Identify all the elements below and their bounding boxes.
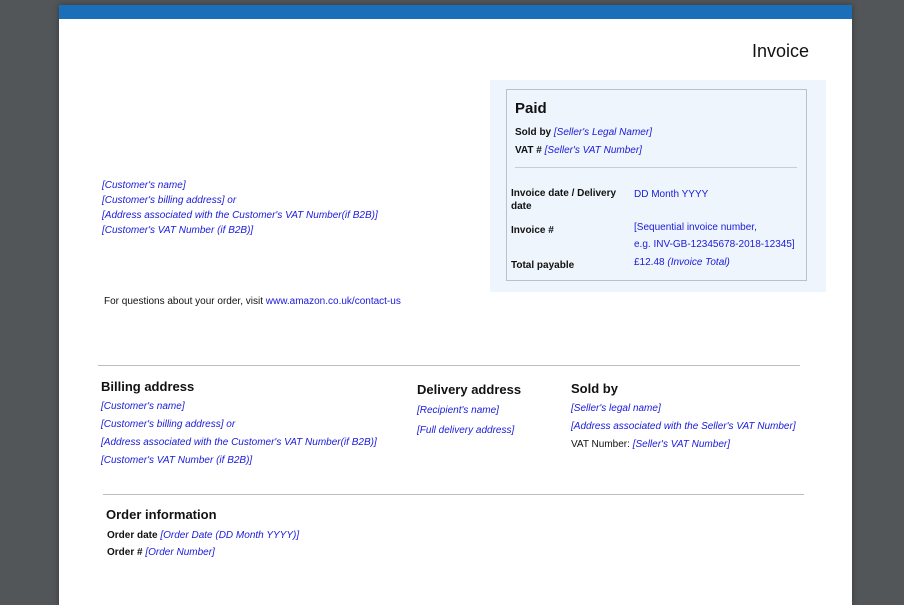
seller-vat-row: VAT Number: [Seller's VAT Number] bbox=[571, 436, 796, 454]
order-number-value: [Order Number] bbox=[145, 547, 215, 558]
invoice-number-label: Invoice # bbox=[511, 225, 554, 236]
vat-label: VAT # bbox=[515, 145, 542, 156]
customer-line: [Customer's billing address] or bbox=[102, 195, 237, 206]
order-date-value: [Order Date (DD Month YYYY)] bbox=[160, 530, 300, 541]
section-divider bbox=[98, 365, 800, 366]
order-date-row: Order date [Order Date (DD Month YYYY)] bbox=[107, 530, 299, 541]
vat-value: [Seller's VAT Number] bbox=[544, 145, 642, 156]
delivery-address-lines: [Recipient's name] [Full delivery addres… bbox=[417, 401, 514, 441]
seller-heading: Sold by bbox=[571, 381, 618, 396]
invoice-date-label-line: Invoice date / Delivery bbox=[511, 188, 617, 199]
delivery-line: [Full delivery address] bbox=[417, 425, 515, 436]
customer-line: [Customer's name] bbox=[102, 180, 186, 191]
seller-line: [Address associated with the Seller's VA… bbox=[571, 421, 796, 432]
delivery-heading: Delivery address bbox=[417, 382, 522, 397]
customer-line: [Customer's VAT Number (if B2B)] bbox=[102, 225, 254, 236]
billing-line: [Customer's billing address] or bbox=[101, 419, 236, 430]
total-note: (Invoice Total) bbox=[667, 257, 730, 268]
order-number-row: Order # [Order Number] bbox=[107, 547, 215, 558]
customer-address-block: [Customer's name] [Customer's billing ad… bbox=[102, 178, 378, 238]
seller-line: [Seller's legal name] bbox=[571, 403, 661, 414]
total-payable-value: £12.48 (Invoice Total) bbox=[634, 257, 730, 269]
questions-line: For questions about your order, visit ww… bbox=[104, 296, 401, 307]
billing-address-lines: [Customer's name] [Customer's billing ad… bbox=[101, 398, 377, 470]
sold-by-row: Sold by [Seller's Legal Namer] bbox=[515, 127, 652, 139]
invoice-number-value: [Sequential invoice number, e.g. INV-GB-… bbox=[634, 219, 795, 253]
total-payable-label: Total payable bbox=[511, 260, 575, 271]
contact-us-link[interactable]: www.amazon.co.uk/contact-us bbox=[266, 296, 401, 307]
billing-line: [Customer's name] bbox=[101, 401, 185, 412]
order-date-label: Order date bbox=[107, 530, 158, 541]
sold-by-value: [Seller's Legal Namer] bbox=[553, 127, 652, 138]
invoice-date-value: DD Month YYYY bbox=[634, 189, 709, 200]
seller-vat-value: [Seller's VAT Number] bbox=[632, 439, 730, 450]
payment-status: Paid bbox=[515, 100, 547, 117]
invoice-page: Invoice Paid Sold by [Seller's Legal Nam… bbox=[59, 5, 852, 605]
delivery-line: [Recipient's name] bbox=[417, 405, 499, 416]
vat-row: VAT # [Seller's VAT Number] bbox=[515, 145, 642, 157]
invoice-date-label: Invoice date / Delivery date bbox=[511, 187, 616, 213]
questions-text: For questions about your order, visit bbox=[104, 296, 263, 307]
seller-lines: [Seller's legal name] [Address associate… bbox=[571, 400, 796, 454]
summary-panel: Paid Sold by [Seller's Legal Namer] VAT … bbox=[506, 89, 807, 281]
order-number-label: Order # bbox=[107, 547, 143, 558]
invoice-date-label-line: date bbox=[511, 201, 532, 212]
billing-line: [Address associated with the Customer's … bbox=[101, 437, 377, 448]
section-divider bbox=[103, 494, 804, 495]
page-top-bar bbox=[59, 5, 852, 19]
seller-vat-label: VAT Number: bbox=[571, 439, 630, 450]
invoice-number-line: [Sequential invoice number, bbox=[634, 222, 757, 233]
invoice-number-line: e.g. INV-GB-12345678-2018-12345] bbox=[634, 239, 795, 250]
invoice-title: Invoice bbox=[752, 41, 810, 61]
total-amount: £12.48 bbox=[634, 257, 665, 268]
billing-heading: Billing address bbox=[101, 379, 195, 394]
billing-line: [Customer's VAT Number (if B2B)] bbox=[101, 455, 253, 466]
order-info-heading: Order information bbox=[106, 507, 217, 522]
sold-by-label: Sold by bbox=[515, 127, 552, 138]
customer-line: [Address associated with the Customer's … bbox=[102, 210, 378, 221]
panel-divider bbox=[515, 167, 797, 168]
